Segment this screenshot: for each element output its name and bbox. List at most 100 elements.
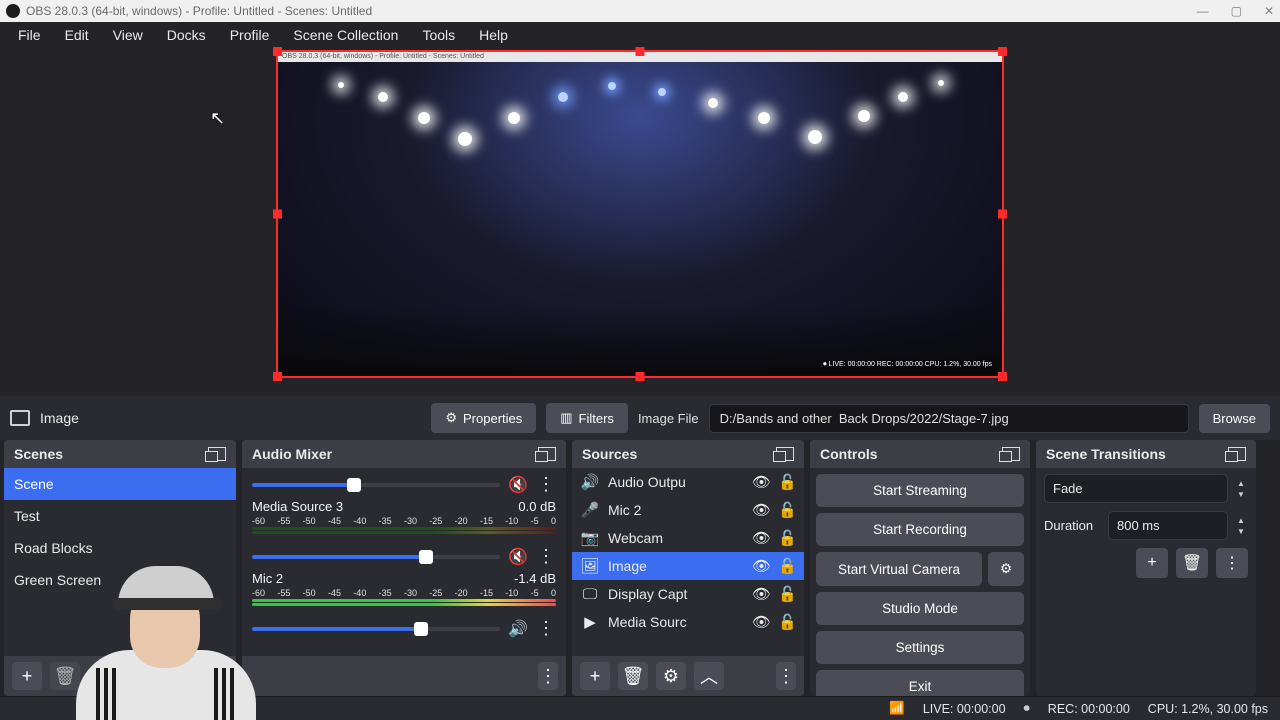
- exit-button[interactable]: Exit: [816, 670, 1024, 696]
- preview-source-bounding-box[interactable]: OBS 28.0.3 (64-bit, windows) - Profile: …: [276, 50, 1004, 378]
- controls-panel: Controls Start Streaming Start Recording…: [810, 440, 1030, 696]
- source-item[interactable]: ▶ Media Sourc 👁 🔓: [572, 608, 804, 636]
- browse-button[interactable]: Browse: [1199, 404, 1270, 433]
- popout-icon[interactable]: [776, 447, 794, 461]
- controls-title: Controls: [820, 446, 878, 462]
- resize-handle[interactable]: [998, 210, 1007, 219]
- start-recording-button[interactable]: Start Recording: [816, 513, 1024, 546]
- mixer-channel: 🔇 ⋮ Media Source 3 0.0 dB -60-55-50-45-4…: [242, 468, 566, 540]
- mute-icon[interactable]: 🔇: [504, 547, 532, 567]
- source-item[interactable]: 🖵Display Capt👁🔓: [572, 580, 804, 608]
- visibility-toggle-icon[interactable]: 👁: [752, 585, 770, 603]
- mixer-channel: 🔊 ⋮: [242, 612, 566, 645]
- menu-profile[interactable]: Profile: [218, 23, 282, 47]
- scenes-title: Scenes: [14, 446, 63, 462]
- source-item[interactable]: 🖼Image👁🔓: [572, 552, 804, 580]
- resize-handle[interactable]: [636, 47, 645, 56]
- studio-mode-button[interactable]: Studio Mode: [816, 592, 1024, 625]
- menubar: File Edit View Docks Profile Scene Colle…: [0, 22, 1280, 48]
- lock-toggle-icon[interactable]: 🔓: [778, 613, 796, 631]
- popout-icon[interactable]: [1002, 447, 1020, 461]
- scene-transitions-panel: Scene Transitions Fade ▲▼ Duration 800 m…: [1036, 440, 1256, 696]
- menu-file[interactable]: File: [6, 23, 53, 47]
- visibility-toggle-icon[interactable]: 👁: [752, 529, 770, 547]
- menu-view[interactable]: View: [101, 23, 155, 47]
- menu-docks[interactable]: Docks: [155, 23, 218, 47]
- transition-select-stepper[interactable]: ▲▼: [1234, 479, 1248, 499]
- duration-stepper[interactable]: ▲▼: [1234, 516, 1248, 536]
- start-virtual-camera-button[interactable]: Start Virtual Camera: [816, 552, 982, 586]
- remove-source-button[interactable]: 🗑: [618, 662, 648, 690]
- resize-handle[interactable]: [998, 47, 1007, 56]
- source-property-bar: Image ⚙ Properties ▥ Filters Image File …: [0, 396, 1280, 440]
- move-up-button[interactable]: ︿: [694, 662, 724, 690]
- preview-area[interactable]: ↖ OBS 28.0.3 (64-bit, windows) - Profile…: [0, 48, 1280, 396]
- channel-options-button[interactable]: ⋮: [536, 474, 556, 495]
- source-item[interactable]: 🎤Mic 2👁🔓: [572, 496, 804, 524]
- speaker-icon[interactable]: 🔊: [504, 619, 532, 639]
- scene-item[interactable]: Scene: [4, 468, 236, 500]
- remove-transition-button[interactable]: 🗑: [1176, 548, 1208, 578]
- source-name: Media Sourc: [608, 614, 744, 630]
- mixer-options-button[interactable]: ⋮: [538, 662, 558, 690]
- visibility-toggle-icon[interactable]: 👁: [752, 557, 770, 575]
- sources-panel: Sources 🔊Audio Outpu👁🔓🎤Mic 2👁🔓📷Webcam👁🔓🖼…: [572, 440, 804, 696]
- channel-name: Media Source 3: [252, 499, 343, 514]
- mixer-title: Audio Mixer: [252, 446, 332, 462]
- source-options-button[interactable]: ⋮: [776, 662, 796, 690]
- mute-icon[interactable]: 🔇: [504, 475, 532, 495]
- resize-handle[interactable]: [273, 47, 282, 56]
- resize-handle[interactable]: [636, 372, 645, 381]
- lock-toggle-icon[interactable]: 🔓: [778, 585, 796, 603]
- popout-icon[interactable]: [538, 447, 556, 461]
- lock-toggle-icon[interactable]: 🔓: [778, 501, 796, 519]
- source-properties-button[interactable]: ⚙: [656, 662, 686, 690]
- add-source-button[interactable]: +: [580, 662, 610, 690]
- channel-options-button[interactable]: ⋮: [536, 618, 556, 639]
- transition-options-button[interactable]: ⋮: [1216, 548, 1248, 578]
- image-icon: [10, 410, 30, 426]
- window-title: OBS 28.0.3 (64-bit, windows) - Profile: …: [26, 4, 372, 18]
- sources-title: Sources: [582, 446, 637, 462]
- virtual-camera-settings-button[interactable]: ⚙: [988, 552, 1024, 586]
- close-button[interactable]: ✕: [1264, 4, 1274, 18]
- channel-options-button[interactable]: ⋮: [536, 546, 556, 567]
- lock-toggle-icon[interactable]: 🔓: [778, 529, 796, 547]
- duration-input[interactable]: 800 ms: [1108, 511, 1228, 540]
- preview-overlay-status: ⏺ LIVE: 00:00:00 REC: 00:00:00 CPU: 1.2%…: [821, 360, 994, 370]
- add-scene-button[interactable]: +: [12, 662, 42, 690]
- transition-select[interactable]: Fade: [1044, 474, 1228, 503]
- visibility-toggle-icon[interactable]: 👁: [752, 613, 770, 631]
- image-file-path-input[interactable]: [709, 404, 1189, 433]
- lock-toggle-icon[interactable]: 🔓: [778, 557, 796, 575]
- popout-icon[interactable]: [208, 447, 226, 461]
- menu-edit[interactable]: Edit: [53, 23, 101, 47]
- minimize-button[interactable]: —: [1197, 4, 1209, 18]
- scene-item[interactable]: Test: [4, 500, 236, 532]
- source-item[interactable]: 📷Webcam👁🔓: [572, 524, 804, 552]
- status-rec: REC: 00:00:00: [1048, 702, 1130, 716]
- channel-db: 0.0 dB: [518, 499, 556, 514]
- start-streaming-button[interactable]: Start Streaming: [816, 474, 1024, 507]
- filters-button[interactable]: ▥ Filters: [546, 403, 628, 433]
- source-name: Image: [608, 558, 744, 574]
- menu-tools[interactable]: Tools: [410, 23, 467, 47]
- status-live: LIVE: 00:00:00: [923, 702, 1006, 716]
- cursor-icon: ↖: [210, 108, 225, 129]
- properties-button[interactable]: ⚙ Properties: [431, 403, 536, 433]
- source-item[interactable]: 🔊Audio Outpu👁🔓: [572, 468, 804, 496]
- volume-slider[interactable]: [252, 483, 500, 487]
- play-icon: ▶: [580, 613, 600, 631]
- visibility-toggle-icon[interactable]: 👁: [752, 501, 770, 519]
- lock-toggle-icon[interactable]: 🔓: [778, 473, 796, 491]
- visibility-toggle-icon[interactable]: 👁: [752, 473, 770, 491]
- menu-help[interactable]: Help: [467, 23, 520, 47]
- resize-handle[interactable]: [273, 372, 282, 381]
- resize-handle[interactable]: [998, 372, 1007, 381]
- resize-handle[interactable]: [273, 210, 282, 219]
- add-transition-button[interactable]: +: [1136, 548, 1168, 578]
- settings-button[interactable]: Settings: [816, 631, 1024, 664]
- popout-icon[interactable]: [1228, 447, 1246, 461]
- maximize-button[interactable]: ▢: [1231, 4, 1242, 18]
- menu-scene-collection[interactable]: Scene Collection: [281, 23, 410, 47]
